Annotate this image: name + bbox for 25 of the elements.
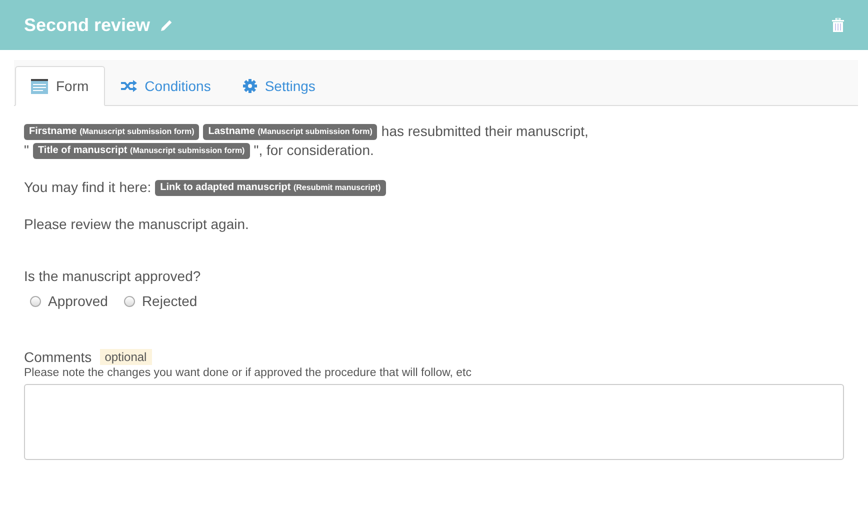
page-title: Second review [24, 14, 150, 36]
comments-field[interactable] [24, 384, 844, 460]
settings-icon [242, 79, 257, 93]
trash-icon[interactable] [832, 18, 844, 32]
field-tag: Firstname (Manuscript submission form) [24, 124, 200, 140]
shuffle-icon [120, 80, 137, 92]
body-text: has resubmitted their manuscript, [381, 122, 588, 141]
body-text: " [24, 141, 29, 160]
edit-icon[interactable] [160, 18, 174, 32]
radio-button[interactable] [30, 296, 41, 306]
radio-option[interactable]: Rejected [124, 293, 198, 309]
field-tag: Lastname (Manuscript submission form) [203, 124, 378, 140]
form-icon [31, 78, 48, 94]
body-text: ", for consideration. [254, 141, 374, 160]
body-text: You may find it here: [24, 178, 152, 197]
question-label: Is the manuscript approved? [24, 268, 202, 284]
field-tag: Link to adapted manuscript (Resubmit manuscript) [155, 180, 386, 196]
hint-text: Please note the changes you want done or if approved the procedure that will follow, etc [24, 367, 473, 379]
body-text: Please review the manuscript again. [24, 215, 249, 234]
comments-label: Comments [24, 349, 92, 365]
radio-button[interactable] [124, 296, 135, 306]
radio-option[interactable]: Approved [30, 293, 108, 309]
optional-badge: optional [100, 349, 152, 365]
tab[interactable]: Form [15, 66, 105, 106]
field-tag: Title of manuscript (Manuscript submission form) [32, 142, 250, 158]
